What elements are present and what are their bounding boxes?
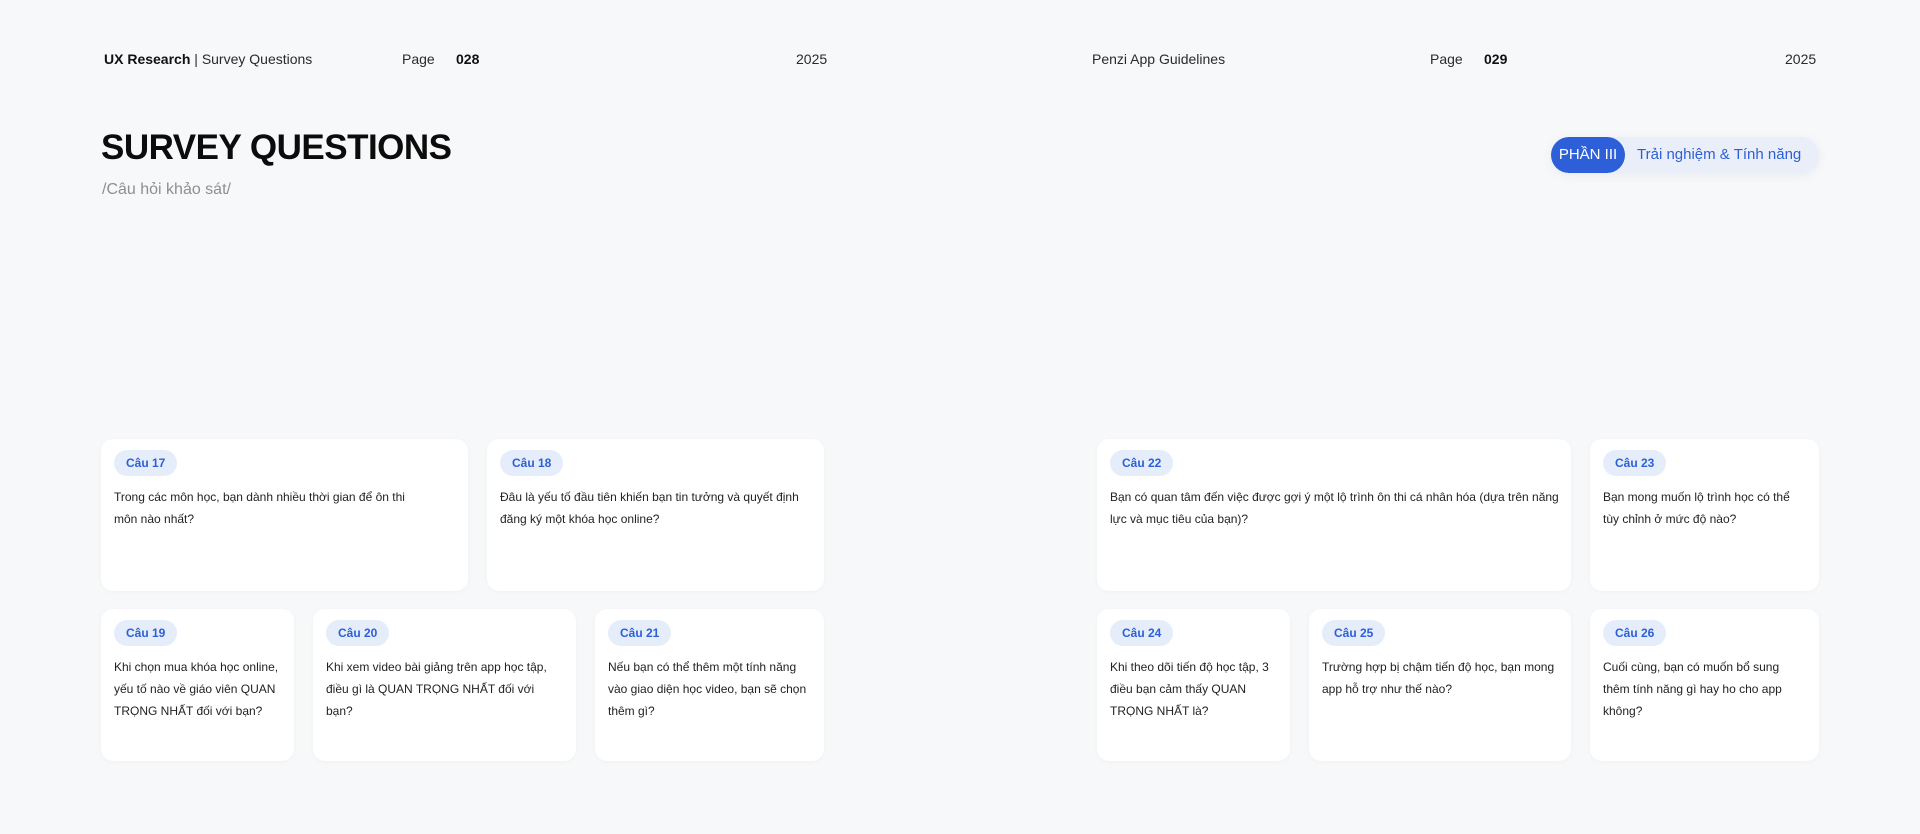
question-badge: Câu 24 [1110, 620, 1174, 646]
question-card-17: Câu 17 Trong các môn học, bạn dành nhiều… [101, 439, 468, 591]
question-card-22: Câu 22 Bạn có quan tâm đến việc được gợi… [1097, 439, 1571, 591]
section-name: Trải nghiệm & Tính năng [1637, 146, 1802, 163]
question-card-20: Câu 20 Khi xem video bài giảng trên app … [313, 609, 576, 761]
question-card-24: Câu 24 Khi theo dõi tiến độ học tập, 3 đ… [1097, 609, 1290, 761]
question-badge: Câu 20 [326, 620, 390, 646]
question-badge: Câu 19 [114, 620, 178, 646]
brand-section: Survey Questions [201, 51, 313, 67]
question-badge: Câu 26 [1603, 620, 1667, 646]
question-text: Khi xem video bài giảng trên app học tập… [326, 660, 547, 718]
section-tag: PHẦN III Trải nghiệm & Tính năng [1551, 137, 1819, 173]
header-brand: UX Research | Survey Questions [104, 51, 312, 67]
question-text: Đâu là yếu tố đầu tiên khiến bạn tin tưở… [500, 490, 799, 526]
question-text: Nếu bạn có thể thêm một tính năng vào gi… [608, 660, 807, 718]
question-card-18: Câu 18 Đâu là yếu tố đầu tiên khiến bạn … [487, 439, 824, 591]
question-badge: Câu 22 [1110, 450, 1174, 476]
question-card-26: Câu 26 Cuối cùng, bạn có muốn bổ sung th… [1590, 609, 1819, 761]
question-text: Trường hợp bị chậm tiến độ học, bạn mong… [1322, 660, 1555, 696]
year-left: 2025 [796, 51, 828, 67]
question-card-25: Câu 25 Trường hợp bị chậm tiến độ học, b… [1309, 609, 1571, 761]
header-guidelines-title: Penzi App Guidelines [1092, 51, 1226, 67]
year-right: 2025 [1785, 51, 1817, 67]
brand-name: UX Research [104, 51, 191, 67]
question-badge: Câu 21 [608, 620, 672, 646]
question-badge: Câu 17 [114, 450, 178, 476]
page-number-left: 028 [456, 51, 480, 67]
page-title: SURVEY QUESTIONS [101, 128, 452, 167]
page-label-right: Page [1430, 51, 1463, 67]
question-card-23: Câu 23 Bạn mong muốn lộ trình học có thể… [1590, 439, 1819, 591]
question-badge: Câu 23 [1603, 450, 1667, 476]
question-text: Trong các môn học, bạn dành nhiều thời g… [114, 490, 405, 526]
question-card-19: Câu 19 Khi chọn mua khóa học online, yếu… [101, 609, 294, 761]
question-text: Bạn có quan tâm đến việc được gợi ý một … [1110, 490, 1559, 526]
brand-separator: | [190, 51, 202, 67]
question-text: Bạn mong muốn lộ trình học có thể tùy ch… [1603, 490, 1790, 526]
question-text: Khi chọn mua khóa học online, yếu tố nào… [114, 660, 279, 718]
page-label-left: Page [402, 51, 435, 67]
section-number: PHẦN III [1551, 137, 1625, 173]
question-badge: Câu 18 [500, 450, 564, 476]
question-text: Khi theo dõi tiến độ học tập, 3 điều bạn… [1110, 660, 1269, 718]
question-badge: Câu 25 [1322, 620, 1386, 646]
page-subtitle: /Câu hỏi khảo sát/ [102, 181, 231, 198]
question-text: Cuối cùng, bạn có muốn bổ sung thêm tính… [1603, 660, 1782, 718]
page-number-right: 029 [1484, 51, 1508, 67]
question-card-21: Câu 21 Nếu bạn có thể thêm một tính năng… [595, 609, 824, 761]
